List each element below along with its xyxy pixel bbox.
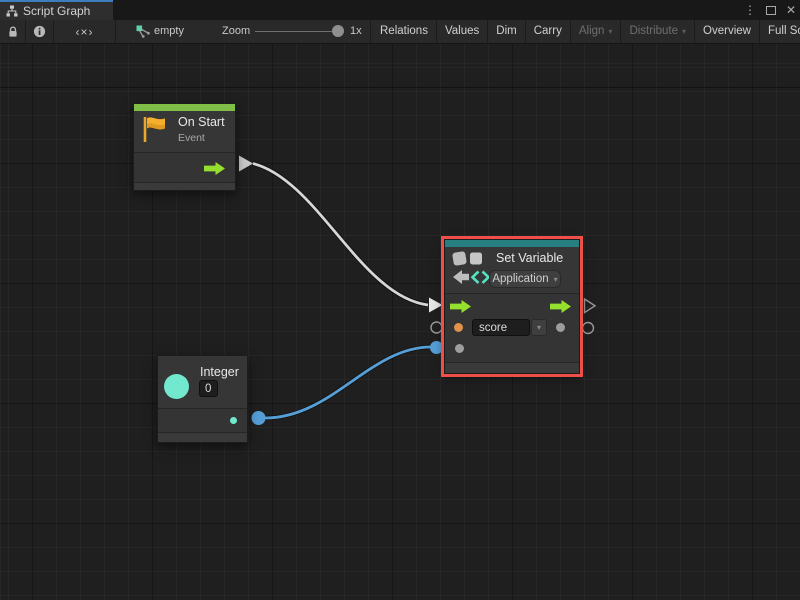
node-footer [134, 182, 235, 190]
variable-scope-dropdown[interactable]: Application ▾ [489, 270, 561, 288]
node-port-area: score ▾ [445, 294, 579, 362]
variable-name-field[interactable]: score [472, 319, 530, 336]
integer-output-port[interactable] [230, 417, 237, 424]
chevron-down-icon: ▾ [537, 323, 541, 332]
node-on-start[interactable]: On Start Event [133, 103, 236, 191]
tab-title: Script Graph [23, 4, 90, 18]
value-input-port[interactable] [455, 344, 464, 353]
control-output-port[interactable] [550, 300, 571, 313]
zoom-value: 1x [350, 20, 362, 43]
graph-toolbar: ‹×› empty Zoom 1x Relations Values Dim [0, 20, 800, 44]
info-icon [33, 25, 46, 38]
relations-button[interactable]: Relations [372, 20, 437, 43]
zoom-slider-handle[interactable] [332, 25, 344, 37]
script-graph-window: Script Graph ⋮ ✕ ‹×› [0, 0, 800, 600]
window-close-icon[interactable]: ✕ [786, 0, 796, 20]
zoom-label: Zoom [222, 20, 250, 43]
carry-button[interactable]: Carry [526, 20, 571, 43]
window-menu-icon[interactable]: ⋮ [744, 0, 756, 20]
values-button[interactable]: Values [437, 20, 488, 43]
flag-icon [141, 115, 168, 143]
integer-type-icon [164, 374, 189, 399]
lock-button[interactable] [0, 20, 26, 43]
tab-script-graph[interactable]: Script Graph [0, 0, 113, 20]
node-title: Set Variable [496, 251, 563, 265]
set-variable-icon [452, 249, 490, 289]
node-integer[interactable]: Integer 0 [157, 355, 248, 443]
variable-color-bar [445, 240, 579, 247]
control-output-port[interactable] [204, 162, 225, 175]
zoom-slider-track[interactable] [255, 31, 343, 32]
breadcrumb[interactable]: empty [154, 20, 184, 43]
graph-reference-icon [136, 25, 151, 38]
lock-icon [7, 26, 19, 38]
distribute-button[interactable]: Distribute ▾ [621, 20, 695, 43]
overview-button[interactable]: Overview [695, 20, 760, 43]
window-maximize-icon[interactable] [766, 6, 776, 15]
info-button[interactable] [26, 20, 54, 43]
chevron-down-icon: ▾ [608, 20, 612, 43]
value-output-port[interactable] [556, 323, 565, 332]
node-port-row [134, 153, 235, 184]
graph-hierarchy-icon [6, 5, 18, 17]
tab-bar: Script Graph ⋮ ✕ [0, 0, 800, 20]
chevron-down-icon: ▾ [554, 275, 558, 284]
graph-canvas[interactable] [0, 44, 800, 600]
align-button[interactable]: Align ▾ [571, 20, 622, 43]
control-input-port[interactable] [450, 300, 471, 313]
node-port-row [158, 409, 247, 432]
code-preview-icon: ‹×› [76, 25, 94, 39]
chevron-down-icon: ▾ [682, 20, 686, 43]
node-title: Integer [200, 365, 239, 379]
dim-button[interactable]: Dim [488, 20, 525, 43]
zoom-group: empty Zoom 1x [116, 20, 371, 43]
node-set-variable[interactable]: Set Variable Application ▾ score ▾ [444, 239, 580, 374]
full-screen-button[interactable]: Full Screen [760, 20, 800, 43]
node-title: On Start [178, 115, 225, 129]
event-color-bar [134, 104, 235, 111]
code-preview-button[interactable]: ‹×› [54, 20, 116, 43]
integer-value-field[interactable]: 0 [199, 380, 218, 397]
toolbar-buttons: Relations Values Dim Carry Align ▾ Distr… [372, 20, 800, 43]
variable-name-port[interactable] [454, 323, 463, 332]
node-footer [445, 362, 579, 373]
node-footer [158, 432, 247, 442]
node-subtitle: Event [178, 132, 205, 144]
variable-name-dropdown[interactable]: ▾ [531, 319, 547, 336]
